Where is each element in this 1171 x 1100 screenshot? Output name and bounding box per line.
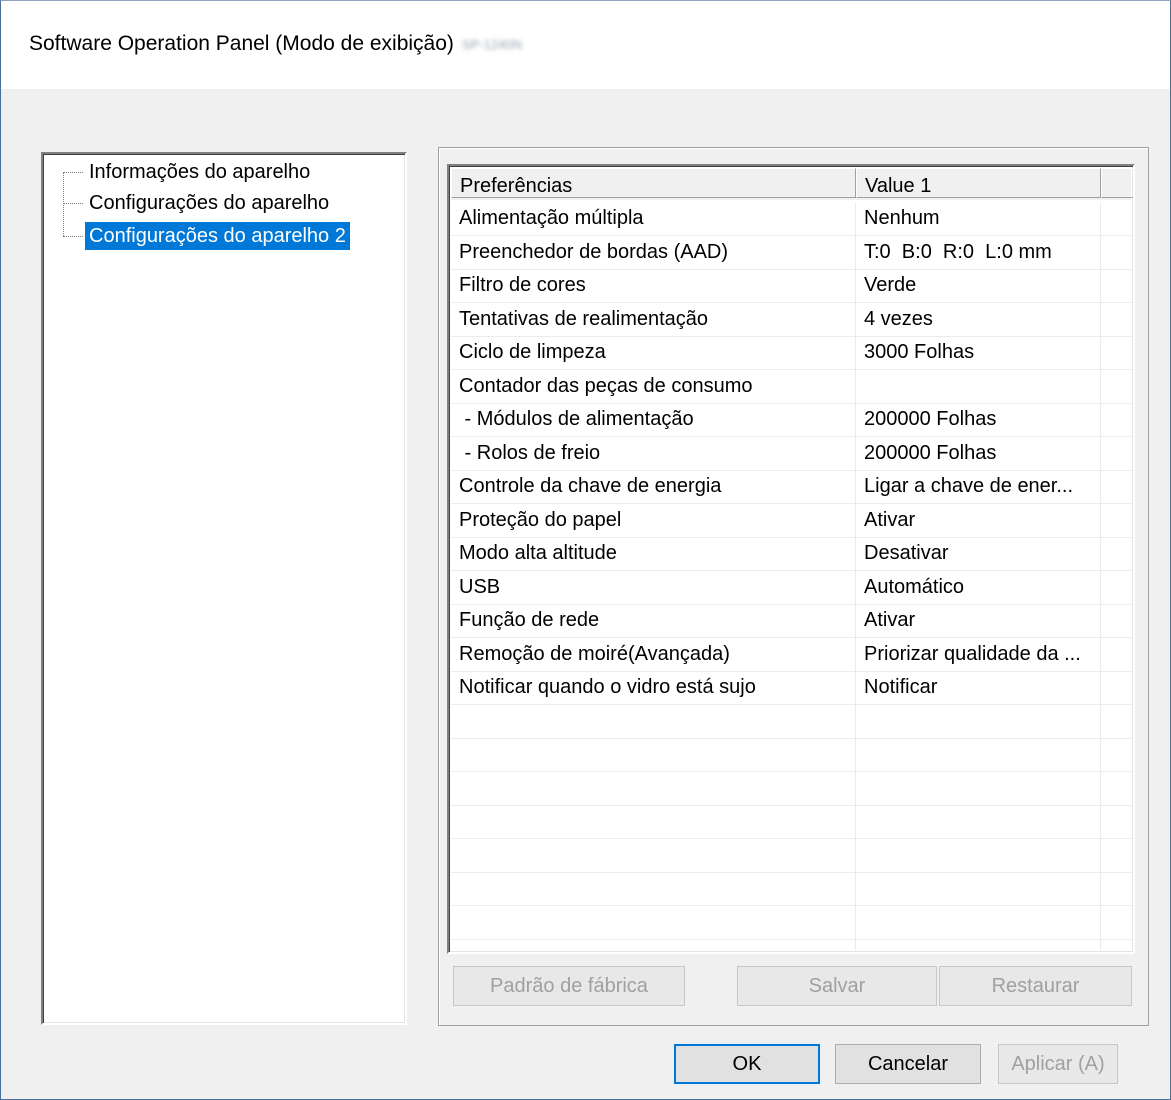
table-row[interactable]: Tentativas de realimentação 4 vezes xyxy=(451,303,1131,337)
setting-name-cell: Alimentação múltipla xyxy=(459,207,644,229)
setting-name-cell: Notificar quando o vidro está sujo xyxy=(459,676,756,698)
table-row xyxy=(451,872,1131,906)
apply-button[interactable]: Aplicar (A) xyxy=(998,1044,1118,1084)
title-bar: Software Operation Panel (Modo de exibiç… xyxy=(1,1,1170,89)
setting-value-cell: Ativar xyxy=(864,609,916,631)
table-row xyxy=(451,738,1131,772)
table-row[interactable]: Contador das peças de consumo xyxy=(451,370,1131,404)
setting-name-cell: USB xyxy=(459,575,501,598)
table-row[interactable]: Alimentação múltipla Nenhum xyxy=(451,202,1131,236)
setting-name-cell: Tentativas de realimentação xyxy=(459,307,709,330)
save-button[interactable]: Salvar xyxy=(737,966,937,1006)
table-row xyxy=(451,805,1131,839)
table-row[interactable]: Ciclo de limpeza 3000 Folhas xyxy=(451,336,1131,370)
setting-name-cell: Modo alta altitude xyxy=(459,542,617,564)
table-row xyxy=(451,839,1131,873)
setting-value-cell: T:0 B:0 R:0 L:0 mm xyxy=(864,240,1052,263)
setting-value-cell: Ativar xyxy=(864,508,916,531)
setting-value-cell xyxy=(856,370,1101,403)
table-row[interactable]: Filtro de cores Verde xyxy=(451,269,1131,303)
table-row[interactable]: Remoção de moiré(Avançada) Priorizar qual… xyxy=(451,638,1131,672)
column-header-preferences[interactable]: Preferências xyxy=(451,168,856,198)
setting-value-cell: 200000 Folhas xyxy=(864,441,997,464)
category-tree[interactable]: Informações do aparelho Configurações do… xyxy=(41,152,407,1025)
table-row[interactable]: Modo alta altitude Desativar xyxy=(451,537,1131,571)
table-row[interactable]: Proteção do papel Ativar xyxy=(451,504,1131,538)
setting-value-cell: 3000 Folhas xyxy=(864,341,975,363)
table-row[interactable]: USB Automático xyxy=(451,571,1131,605)
table-row[interactable]: Preenchedor de bordas (AAD) T:0 B:0 R:0 L… xyxy=(451,236,1131,270)
restore-button[interactable]: Restaurar xyxy=(939,966,1132,1006)
setting-value-cell: Automático xyxy=(864,575,965,598)
table-row xyxy=(451,906,1131,940)
model-name: SP-1240N xyxy=(461,36,522,52)
column-header-empty[interactable] xyxy=(1101,168,1133,198)
setting-name-cell: - Rolos de freio xyxy=(459,441,601,464)
window-title: Software Operation Panel (Modo de exibiç… xyxy=(29,32,522,56)
table-row[interactable]: Notificar quando o vidro está sujo Notifi… xyxy=(451,671,1131,705)
table-row[interactable]: - Módulos de alimentação 200000 Folhas xyxy=(451,403,1131,437)
tree-branch-line xyxy=(63,172,83,174)
setting-name-cell: Controle da chave de energia xyxy=(459,475,722,497)
setting-name-cell: Contador das peças de consumo xyxy=(459,374,753,397)
setting-name-cell: Ciclo de limpeza xyxy=(459,341,606,363)
setting-value-cell: Nenhum xyxy=(864,207,940,229)
setting-value-cell: 4 vezes xyxy=(864,307,933,330)
table-row xyxy=(451,705,1131,739)
tree-item-device-info[interactable]: Informações do aparelho xyxy=(85,158,314,186)
software-operation-panel-window: Software Operation Panel (Modo de exibiç… xyxy=(0,0,1171,1100)
setting-name-cell: Preenchedor de bordas (AAD) xyxy=(459,240,729,263)
setting-value-cell: Notificar xyxy=(864,676,938,698)
ok-button[interactable]: OK xyxy=(674,1044,820,1084)
setting-value-cell: Ligar a chave de ener... xyxy=(864,475,1074,497)
settings-list-view[interactable]: Preferências Value 1 Alimentação múltipl… xyxy=(447,164,1135,954)
table-row[interactable]: Controle da chave de energia Ligar a chav… xyxy=(451,470,1131,504)
cancel-button[interactable]: Cancelar xyxy=(835,1044,981,1084)
tree-branch-line xyxy=(63,236,83,238)
window-title-label: Software Operation Panel (Modo de exibiç… xyxy=(29,32,454,55)
table-row xyxy=(451,772,1131,806)
column-header-value[interactable]: Value 1 xyxy=(856,168,1101,198)
setting-name-cell: Função de rede xyxy=(459,609,600,631)
setting-value-cell: Verde xyxy=(864,274,917,296)
setting-name-cell: Remoção de moiré(Avançada) xyxy=(459,642,730,665)
setting-name-cell: - Módulos de alimentação xyxy=(459,408,694,430)
table-row[interactable]: - Rolos de freio 200000 Folhas xyxy=(451,437,1131,471)
setting-value-cell: Priorizar qualidade da ... xyxy=(864,642,1081,665)
setting-name-cell: Proteção do papel xyxy=(459,508,622,531)
tree-branch-line xyxy=(63,203,83,205)
setting-value-cell: 200000 Folhas xyxy=(864,408,997,430)
tree-item-device-settings[interactable]: Configurações do aparelho xyxy=(85,189,333,217)
setting-name-cell: Filtro de cores xyxy=(459,274,586,296)
tree-item-device-settings-2[interactable]: Configurações do aparelho 2 xyxy=(85,222,350,250)
list-header: Preferências Value 1 xyxy=(451,168,1133,200)
setting-value-cell: Desativar xyxy=(864,542,949,564)
table-row[interactable]: Função de rede Ativar xyxy=(451,604,1131,638)
factory-default-button[interactable]: Padrão de fábrica xyxy=(453,966,685,1006)
